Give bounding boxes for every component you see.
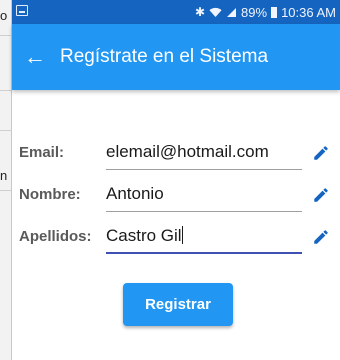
form-row-nombre: Nombre: Antonio (12, 176, 340, 216)
battery-percent: 89% (241, 4, 268, 20)
form-row-email: Email: elemail@hotmail.com (12, 134, 340, 174)
pencil-icon[interactable] (312, 228, 330, 246)
apellidos-label: Apellidos: (19, 228, 92, 245)
text-caret (181, 226, 184, 244)
pencil-icon[interactable] (312, 186, 330, 204)
arrow-left-icon[interactable]: ← (24, 44, 46, 70)
background-window-strip: o n (0, 0, 12, 360)
nombre-field[interactable]: Antonio (106, 176, 302, 212)
form-row-apellidos: Apellidos: Castro Gil (12, 218, 340, 258)
nombre-value: Antonio (106, 184, 164, 203)
screenshot-notification-icon (16, 5, 28, 16)
bluetooth-icon: ✱ (194, 5, 206, 19)
email-value: elemail@hotmail.com (106, 142, 269, 161)
phone-screen: ✱ 89% 10:36 AM ← Regístrate en el Sistem… (12, 0, 340, 360)
battery-icon (271, 6, 278, 18)
page-title: Regístrate en el Sistema (60, 46, 269, 67)
register-button[interactable]: Registrar (123, 283, 233, 326)
app-bar: ← Regístrate en el Sistema (12, 24, 340, 90)
nombre-label: Nombre: (19, 186, 81, 203)
apellidos-field[interactable]: Castro Gil (106, 218, 302, 254)
clock: 10:36 AM (281, 4, 336, 20)
pencil-icon[interactable] (312, 144, 330, 162)
field-underline (106, 211, 302, 212)
background-text-fragment: o (0, 8, 8, 23)
status-bar: ✱ 89% 10:36 AM (12, 0, 340, 24)
email-label: Email: (19, 144, 65, 161)
status-indicators: ✱ 89% 10:36 AM (195, 3, 336, 21)
field-underline (106, 169, 302, 170)
apellidos-text: Castro Gil (106, 226, 182, 245)
email-field[interactable]: elemail@hotmail.com (106, 134, 302, 170)
background-text-fragment: n (0, 168, 8, 183)
field-underline-focused (106, 252, 302, 254)
wifi-icon (209, 7, 222, 17)
signal-icon (227, 7, 237, 17)
apellidos-value: Castro Gil (106, 226, 184, 246)
